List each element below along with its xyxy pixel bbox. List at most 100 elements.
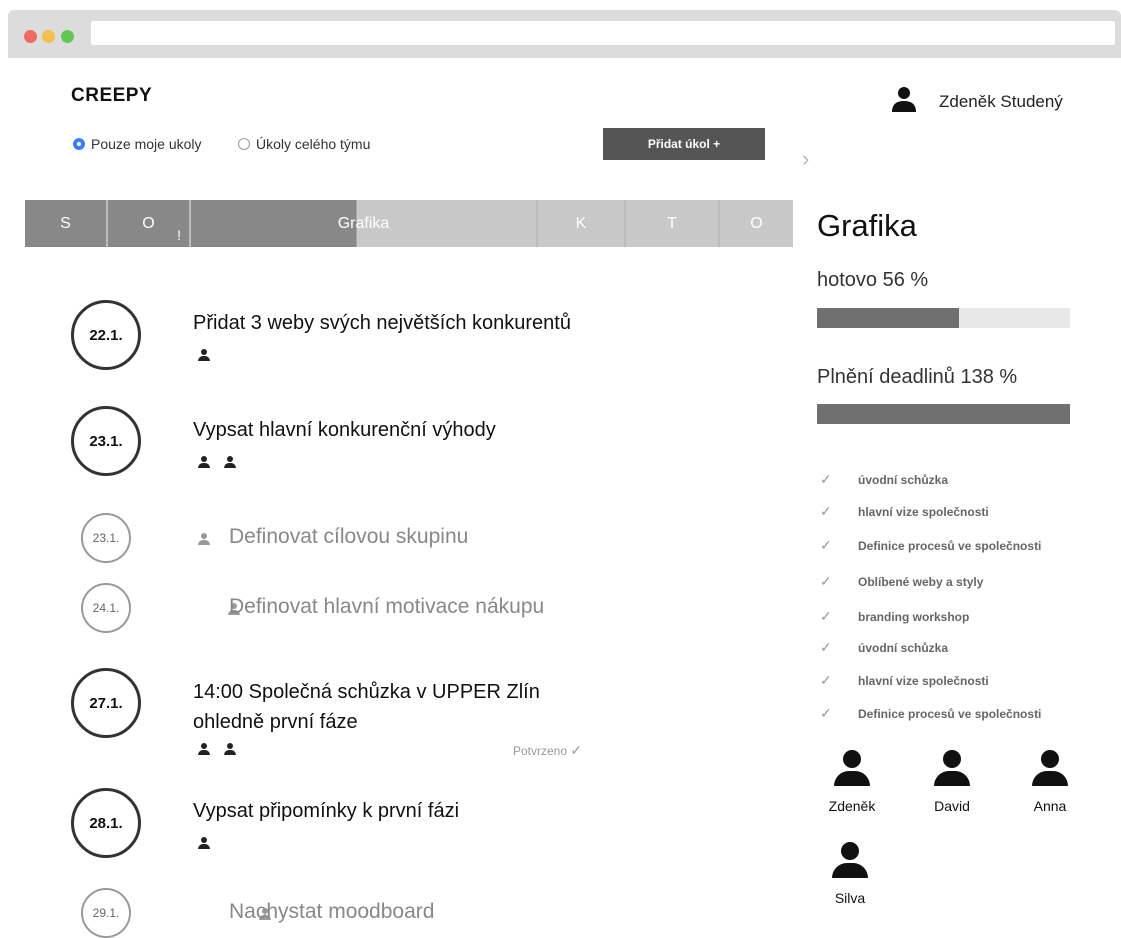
filter-my-tasks-label: Pouze moje ukoly: [91, 136, 202, 152]
check-icon: ✓: [820, 503, 832, 519]
tab-grafika[interactable]: Grafika: [191, 200, 538, 247]
team-member[interactable]: Zdeněk: [812, 750, 892, 814]
checklist-item[interactable]: ✓ hlavní vize společnosti: [820, 503, 989, 520]
assignees: [198, 455, 250, 473]
checklist-item-label: branding workshop: [858, 609, 970, 624]
tab-s[interactable]: S: [25, 200, 108, 247]
task-title[interactable]: Definovat cílovou skupinu: [229, 522, 468, 552]
checklist-item-label: Definice procesů ve společnosti: [858, 538, 1042, 553]
phase-tabs: S O! Grafika K T O: [25, 200, 793, 247]
task-date: 22.1.: [71, 300, 141, 370]
checklist-item[interactable]: ✓ Definice procesů ve společnosti: [820, 705, 1041, 722]
deadline-bar: [817, 404, 1070, 424]
checklist-item[interactable]: ✓ úvodní schůzka: [820, 471, 948, 488]
check-icon: ✓: [820, 705, 832, 721]
team-member[interactable]: David: [912, 750, 992, 814]
address-bar[interactable]: [91, 21, 1115, 45]
tab-label: O: [142, 214, 155, 232]
task-title[interactable]: Vypsat hlavní konkurenční výhody: [193, 415, 496, 445]
tab-label: Grafika: [337, 214, 390, 232]
tab-k[interactable]: K: [538, 200, 626, 247]
maximize-window-icon[interactable]: [61, 30, 74, 43]
browser-toolbar: [8, 10, 1121, 58]
team-member-name: David: [934, 798, 970, 814]
user-icon[interactable]: [891, 86, 917, 112]
user-name[interactable]: Zdeněk Studený: [939, 92, 1063, 112]
task-title[interactable]: Nachystat moodboard: [229, 897, 434, 927]
person-icon: [224, 456, 236, 468]
radio-unselected-icon[interactable]: [238, 138, 250, 150]
minimize-window-icon[interactable]: [42, 30, 55, 43]
task-title-line-2[interactable]: ohledně první fáze: [193, 707, 358, 737]
panel-title: Grafika: [817, 208, 917, 243]
tab-label: O: [750, 214, 763, 232]
person-icon: [198, 837, 210, 849]
person-icon: [198, 743, 210, 755]
assignees: [198, 348, 224, 366]
task-title[interactable]: Vypsat připomínky k první fázi: [193, 796, 459, 826]
confirmed-status: Potvrzeno ✓: [513, 742, 582, 759]
task-date: 27.1.: [71, 668, 141, 738]
check-icon: ✓: [820, 608, 832, 624]
avatar-icon: [1030, 750, 1070, 788]
avatar-icon: [830, 842, 870, 880]
checklist-item-label: úvodní schůzka: [858, 640, 949, 655]
team-member-name: Anna: [1033, 798, 1067, 814]
person-icon: [198, 349, 210, 361]
app-logo: CREEPY: [71, 85, 153, 106]
filter-team-tasks-label: Úkoly celého týmu: [256, 136, 371, 152]
assignees: [198, 836, 224, 854]
check-icon: ✓: [820, 639, 832, 655]
tab-label: K: [575, 214, 587, 232]
task-title[interactable]: Přidat 3 weby svých největších konkurent…: [193, 308, 571, 338]
task-title[interactable]: Definovat hlavní motivace nákupu: [229, 592, 544, 622]
checklist-item-label: úvodní schůzka: [858, 472, 949, 487]
progress-bar-fill: [817, 308, 959, 328]
person-icon: [224, 743, 236, 755]
checklist-item[interactable]: ✓ Oblíbené weby a styly: [820, 573, 983, 590]
checklist-item[interactable]: ✓ úvodní schůzka: [820, 639, 948, 656]
radio-selected-icon[interactable]: [73, 138, 85, 150]
checklist-item[interactable]: ✓ Definice procesů ve společnosti: [820, 537, 1041, 554]
team-member[interactable]: Anna: [1010, 750, 1090, 814]
deadline-label: Plnění deadlinů 138 %: [817, 366, 1018, 388]
checklist-item[interactable]: ✓ hlavní vize společnosti: [820, 672, 989, 689]
task-date: 23.1.: [71, 406, 141, 476]
avatar-icon: [832, 750, 872, 788]
team-member-name: Silva: [834, 890, 866, 906]
add-task-button[interactable]: Přidat úkol +: [603, 128, 765, 160]
alert-icon: !: [177, 227, 181, 243]
filter-team-tasks[interactable]: Úkoly celého týmu: [238, 136, 370, 152]
tab-o-2[interactable]: O: [720, 200, 793, 247]
check-icon: ✓: [820, 537, 832, 553]
tab-label: T: [667, 214, 677, 232]
check-icon: ✓: [820, 672, 832, 688]
chevron-right-icon[interactable]: ›: [802, 146, 809, 172]
checklist-item-label: hlavní vize společnosti: [858, 504, 989, 519]
task-title-line-1[interactable]: 14:00 Společná schůzka v UPPER Zlín: [193, 677, 540, 707]
check-icon: ✓: [820, 573, 832, 589]
tab-label: S: [60, 214, 71, 232]
team-member-name: Zdeněk: [828, 798, 876, 814]
checklist-item-label: Definice procesů ve společnosti: [858, 706, 1042, 721]
progress-label: hotovo 56 %: [817, 269, 929, 291]
progress-bar: [817, 308, 1070, 328]
tab-t[interactable]: T: [626, 200, 720, 247]
filter-my-tasks[interactable]: Pouze moje ukoly: [73, 136, 202, 152]
confirmed-label: Potvrzeno: [513, 744, 568, 758]
assignees: [198, 742, 250, 760]
task-date: 24.1.: [81, 583, 131, 633]
close-window-icon[interactable]: [24, 30, 37, 43]
task-date: 28.1.: [71, 788, 141, 858]
checklist-item-label: Oblíbené weby a styly: [858, 574, 984, 589]
check-icon: ✓: [570, 742, 583, 758]
person-icon: [198, 533, 210, 545]
checklist-item[interactable]: ✓ branding workshop: [820, 608, 969, 625]
person-icon: [198, 456, 210, 468]
tab-o[interactable]: O!: [108, 200, 191, 247]
team-member[interactable]: Silva: [810, 842, 890, 906]
deadline-bar-fill: [817, 404, 1070, 424]
check-icon: ✓: [820, 471, 832, 487]
checklist-item-label: hlavní vize společnosti: [858, 673, 989, 688]
avatar-icon: [932, 750, 972, 788]
